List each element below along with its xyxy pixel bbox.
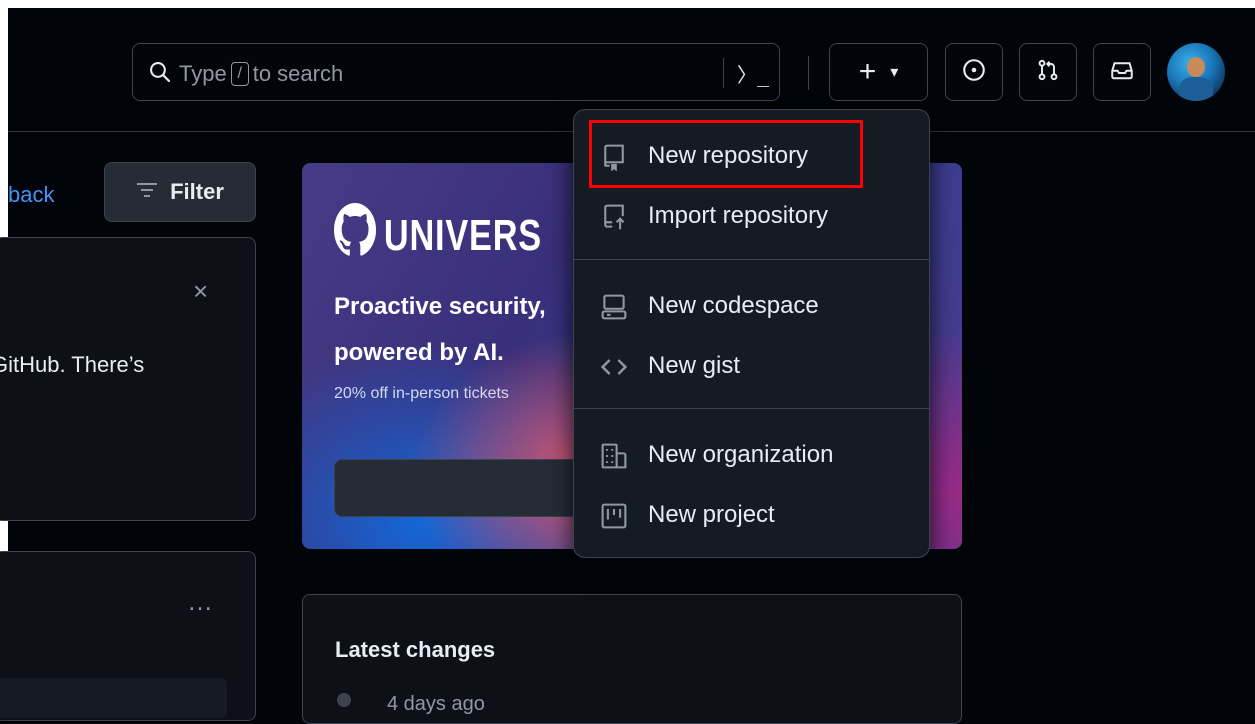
filter-label: Filter [170,179,224,204]
promo-subline: 20% off in-person tickets [334,385,509,402]
chevron-down-icon: ▾ [890,64,899,81]
search-input[interactable]: Type / to search 〉_ [132,43,780,101]
user-avatar[interactable] [1167,43,1225,101]
search-placeholder-suffix: to search [252,61,344,86]
more-options-icon[interactable]: … [187,586,215,617]
header-divider [808,56,809,90]
search-placeholder: Type / to search [179,61,343,87]
filter-button[interactable]: Filter [104,162,256,222]
organization-icon [600,442,628,470]
dashboard-card: … [0,551,256,721]
menu-item-label: Import repository [648,202,829,229]
menu-item-label: New codespace [648,292,819,319]
create-new-menu: New repository Import repository New cod… [573,109,930,558]
menu-item-new-codespace[interactable]: New codespace [574,280,929,332]
close-icon[interactable]: × [193,276,208,307]
code-icon [600,353,628,381]
pull-requests-button[interactable] [1019,43,1077,101]
menu-item-new-project[interactable]: New project [574,489,929,541]
feedback-link[interactable]: back [8,182,54,208]
search-shortcut-key: / [230,62,249,86]
menu-item-new-gist[interactable]: New gist [574,340,929,392]
promo-logo: UNIVERS [334,203,542,268]
menu-divider [574,259,929,260]
promo-brand: UNIVERS [383,210,542,260]
promo-headline-2: powered by AI. [334,339,504,366]
timeline-dot [337,693,351,707]
issue-opened-icon [962,58,986,87]
menu-item-label: New gist [648,352,741,379]
search-icon [149,61,171,88]
project-icon [600,502,628,530]
command-palette-icon[interactable]: 〉_ [737,59,769,88]
inbox-button[interactable] [1093,43,1151,101]
card-placeholder-block [0,678,227,718]
latest-changes-card: Latest changes 4 days ago [302,594,962,724]
filter-icon [136,179,158,205]
plus-icon: + [858,55,877,88]
announcement-text-content: GitHub. There’s [0,352,145,377]
announcement-text: GitHub. There’s [0,352,144,378]
codespaces-icon [600,293,628,321]
repo-push-icon [600,203,628,231]
create-new-button[interactable]: + ▾ [829,43,928,101]
highlight-annotation [589,120,863,188]
avatar-body [1179,77,1213,101]
search-placeholder-prefix: Type [179,61,227,86]
avatar-head [1187,57,1205,77]
latest-changes-title: Latest changes [335,637,496,662]
menu-item-import-repository[interactable]: Import repository [574,190,929,242]
issues-button[interactable] [945,43,1003,101]
git-pull-request-icon [1036,58,1060,87]
top-border [0,0,1255,8]
menu-item-label: New project [648,501,775,528]
search-divider [723,58,724,88]
menu-item-label: New organization [648,441,834,468]
promo-headline-1: Proactive security, [334,293,546,320]
github-mark-icon [334,203,377,268]
inbox-icon [1110,58,1134,87]
announcement-card: × GitHub. There’s [0,237,256,521]
latest-change-time: 4 days ago [387,693,485,715]
menu-item-new-organization[interactable]: New organization [574,429,929,481]
menu-divider [574,408,929,409]
